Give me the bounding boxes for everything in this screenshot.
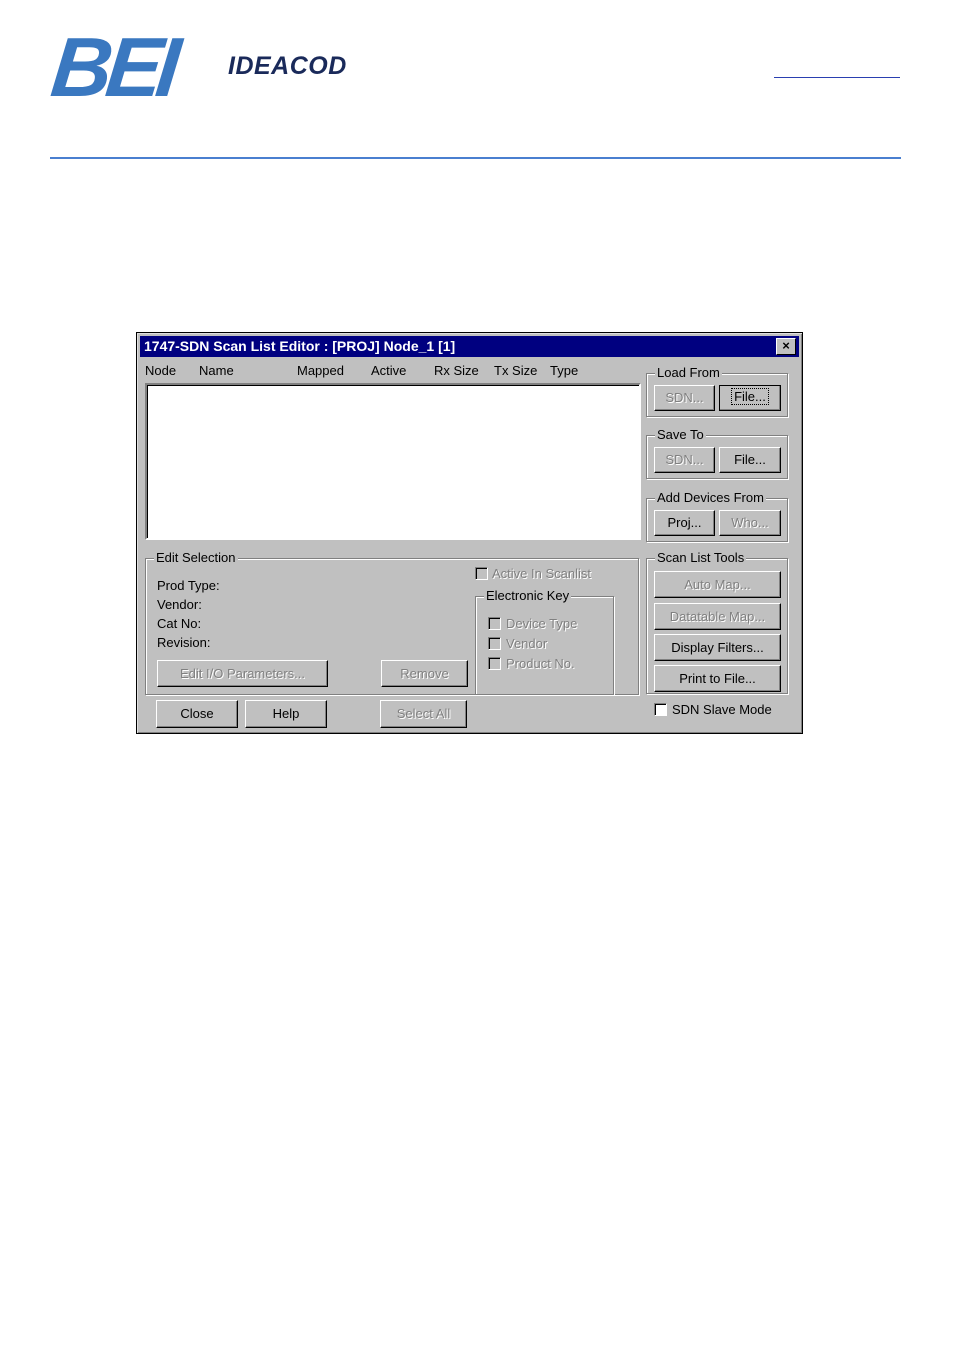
add-who-button[interactable]: Who... [719, 510, 781, 536]
column-header-tx-size[interactable]: Tx Size [494, 363, 537, 378]
electronic-key-label: Electronic Key [484, 588, 572, 603]
save-to-label: Save To [655, 427, 706, 442]
load-file-button[interactable]: File... [719, 385, 781, 411]
active-in-scanlist-checkbox[interactable] [475, 567, 488, 580]
add-devices-group: Add Devices From Proj... Who... [646, 490, 788, 542]
product-no-label: Product No. [506, 656, 575, 671]
column-header-rx-size[interactable]: Rx Size [434, 363, 479, 378]
column-header-mapped[interactable]: Mapped [297, 363, 344, 378]
load-file-label: File... [731, 388, 769, 405]
cat-no-label: Cat No: [157, 616, 202, 631]
save-sdn-button[interactable]: SDN... [654, 447, 715, 473]
edit-selection-label: Edit Selection [154, 550, 238, 565]
electronic-key-group: Electronic Key Device Type Vendor Produc… [475, 588, 614, 695]
save-file-button[interactable]: File... [719, 447, 781, 473]
bei-ideacod-logo: BEI IDEACOD [47, 20, 372, 114]
device-type-checkbox[interactable] [488, 617, 501, 630]
add-devices-label: Add Devices From [655, 490, 766, 505]
save-to-group: Save To SDN... File... [646, 427, 788, 479]
column-header-type[interactable]: Type [550, 363, 578, 378]
remove-button[interactable]: Remove [381, 660, 468, 687]
column-header-active[interactable]: Active [371, 363, 406, 378]
scan-list-tools-group: Scan List Tools Auto Map... Datatable Ma… [646, 550, 788, 694]
load-from-label: Load From [655, 365, 722, 380]
datatable-map-button[interactable]: Datatable Map... [654, 603, 781, 630]
vendor-key-label: Vendor [506, 636, 548, 651]
logo-bei-text: BEI [47, 20, 179, 114]
display-filters-button[interactable]: Display Filters... [654, 634, 781, 661]
edit-selection-group: Edit Selection Prod Type: Vendor: Cat No… [145, 550, 639, 695]
scan-list[interactable] [145, 383, 641, 540]
product-no-checkbox[interactable] [488, 657, 501, 670]
close-icon[interactable]: × [776, 338, 796, 355]
sdn-slave-mode-checkbox[interactable] [654, 703, 667, 716]
print-to-file-button[interactable]: Print to File... [654, 665, 781, 692]
sdn-slave-mode-label: SDN Slave Mode [672, 702, 772, 717]
prod-type-label: Prod Type: [157, 578, 220, 593]
auto-map-button[interactable]: Auto Map... [654, 571, 781, 598]
revision-label: Revision: [157, 635, 211, 650]
close-button[interactable]: Close [156, 700, 238, 728]
select-all-button[interactable]: Select All [380, 700, 467, 728]
vendor-key-checkbox[interactable] [488, 637, 501, 650]
scan-list-tools-label: Scan List Tools [655, 550, 747, 565]
column-header-node[interactable]: Node [145, 363, 176, 378]
scan-list-editor-dialog: 1747-SDN Scan List Editor : [PROJ] Node_… [136, 332, 803, 734]
edit-io-parameters-button[interactable]: Edit I/O Parameters... [157, 660, 328, 687]
column-header-name[interactable]: Name [199, 363, 234, 378]
header-link-underline [774, 77, 900, 78]
add-proj-button[interactable]: Proj... [654, 510, 715, 536]
device-type-label: Device Type [506, 616, 578, 631]
vendor-label: Vendor: [157, 597, 202, 612]
active-in-scanlist-label: Active In Scanlist [492, 566, 591, 581]
dialog-title: 1747-SDN Scan List Editor : [PROJ] Node_… [144, 338, 456, 354]
load-from-group: Load From SDN... File... [646, 365, 788, 417]
help-button[interactable]: Help [245, 700, 327, 728]
header-divider [50, 157, 901, 159]
logo-ideacod-text: IDEACOD [228, 52, 347, 80]
load-sdn-button[interactable]: SDN... [654, 385, 715, 411]
title-bar: 1747-SDN Scan List Editor : [PROJ] Node_… [140, 336, 799, 357]
